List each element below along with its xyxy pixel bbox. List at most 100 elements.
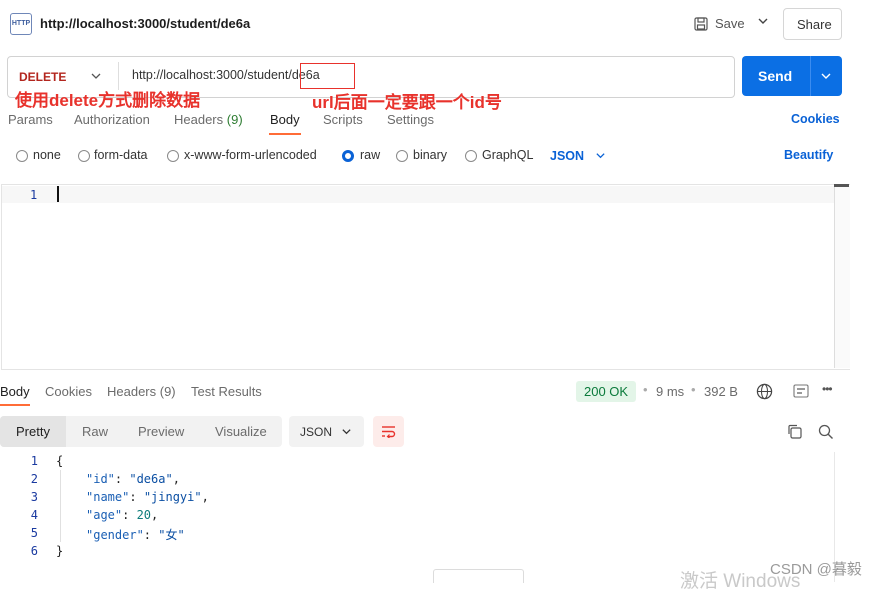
tab-headers-count: (9)	[226, 112, 243, 127]
body-format-select[interactable]: JSON	[550, 148, 610, 164]
body-format-label: JSON	[550, 149, 585, 163]
code-line: "name": "jingyi",	[86, 490, 209, 504]
line-number: 4	[30, 508, 38, 522]
wrap-lines-icon	[382, 426, 396, 438]
status-text: 200 OK	[584, 384, 629, 399]
save-response-icon[interactable]	[793, 384, 809, 398]
json-comma: ,	[201, 490, 209, 504]
more-options-icon[interactable]: •••	[822, 382, 833, 396]
json-key: "id"	[86, 472, 115, 486]
tab-scripts[interactable]: Scripts	[323, 112, 363, 127]
method-label: DELETE	[19, 70, 67, 84]
response-tab-headers[interactable]: Headers (9)	[107, 384, 176, 399]
response-tab-cookies[interactable]: Cookies	[45, 384, 92, 399]
fold-guide	[60, 470, 61, 542]
bottom-popup[interactable]	[433, 569, 524, 583]
save-label: Save	[715, 16, 745, 31]
separator-dot: •	[643, 382, 648, 397]
http-badge-icon: HTTP	[10, 13, 32, 35]
view-preview-button[interactable]: Preview	[138, 424, 184, 439]
send-button[interactable]: Send	[742, 56, 842, 96]
globe-icon[interactable]	[756, 383, 773, 400]
line-number: 6	[30, 544, 38, 558]
option-binary-label: binary	[413, 148, 448, 162]
radio-binary[interactable]	[396, 150, 408, 162]
save-button[interactable]: Save	[690, 10, 746, 38]
send-dropdown-icon[interactable]	[820, 70, 832, 82]
editor-scrollbar-thumb[interactable]	[834, 184, 849, 187]
json-value: "女"	[158, 528, 185, 542]
url-prefix: http://localhost:3000/student/	[132, 68, 292, 82]
line-number: 5	[30, 526, 38, 540]
response-tab-body-underline	[0, 404, 30, 406]
json-comma: ,	[172, 472, 180, 486]
radio-form-data[interactable]	[78, 150, 90, 162]
tab-body[interactable]: Body	[270, 112, 300, 127]
code-open-brace: {	[56, 454, 64, 468]
send-label: Send	[758, 68, 793, 84]
response-tab-body[interactable]: Body	[0, 384, 30, 399]
tab-body-underline	[269, 133, 301, 135]
tab-authorization[interactable]: Authorization	[74, 112, 150, 127]
url-input[interactable]: http://localhost:3000/student/de6a	[132, 68, 320, 82]
line-number: 3	[30, 490, 38, 504]
view-raw-button[interactable]: Raw	[82, 424, 108, 439]
cookies-link[interactable]: Cookies	[791, 112, 840, 126]
request-title[interactable]: http://localhost:3000/student/de6a	[40, 16, 250, 31]
response-time[interactable]: 9 ms	[656, 384, 684, 399]
editor-line-number: 1	[30, 188, 38, 202]
json-key: "name"	[86, 490, 130, 504]
view-pretty-button[interactable]: Pretty	[0, 416, 66, 447]
option-urlencoded-label: x-www-form-urlencoded	[184, 148, 317, 162]
line-number: 1	[30, 454, 38, 468]
code-line: "gender": "女"	[86, 528, 185, 542]
response-format-select[interactable]: JSON	[289, 416, 364, 447]
json-comma: ,	[151, 508, 159, 522]
share-button[interactable]: Share	[783, 8, 842, 40]
tab-params[interactable]: Params	[8, 112, 53, 127]
code-close-brace: }	[56, 544, 64, 558]
wrap-lines-button[interactable]	[373, 416, 404, 447]
beautify-link[interactable]: Beautify	[784, 148, 833, 162]
annotation-delete-method: 使用delete方式删除数据	[15, 91, 201, 110]
view-visualize-button[interactable]: Visualize	[215, 424, 267, 439]
share-label: Share	[797, 17, 832, 32]
view-pretty-label: Pretty	[16, 424, 50, 439]
chevron-down-icon	[342, 429, 351, 435]
option-raw-label: raw	[360, 148, 381, 162]
radio-graphql[interactable]	[465, 150, 477, 162]
line-number: 2	[30, 472, 38, 486]
save-dropdown-icon[interactable]	[756, 14, 770, 28]
option-form-data-label: form-data	[94, 148, 148, 162]
tab-headers[interactable]: Headers (9)	[174, 112, 243, 127]
separator-dot: •	[691, 382, 696, 397]
response-size[interactable]: 392 B	[704, 384, 738, 399]
send-divider	[810, 56, 811, 96]
json-key: "age"	[86, 508, 123, 522]
tab-settings[interactable]: Settings	[387, 112, 434, 127]
radio-none[interactable]	[16, 150, 28, 162]
request-body-editor[interactable]	[1, 184, 850, 370]
json-value: "jingyi"	[143, 490, 202, 504]
response-format-label: JSON	[300, 425, 333, 439]
status-badge: 200 OK	[576, 381, 636, 402]
text-cursor	[57, 186, 59, 202]
code-line: "age": 20,	[86, 508, 159, 522]
chevron-down-icon	[596, 153, 605, 159]
json-key: "gender"	[86, 528, 144, 542]
save-icon	[694, 17, 708, 31]
copy-icon[interactable]	[787, 424, 802, 439]
search-icon[interactable]	[818, 424, 834, 440]
option-none-label: none	[33, 148, 61, 162]
json-value: "de6a"	[129, 472, 173, 486]
option-graphql-label: GraphQL	[482, 148, 534, 162]
response-tab-test-results[interactable]: Test Results	[191, 384, 262, 399]
radio-urlencoded[interactable]	[167, 150, 179, 162]
radio-raw[interactable]	[342, 150, 354, 162]
editor-scrollbar[interactable]	[834, 186, 850, 368]
url-id-highlight-box	[300, 63, 355, 89]
csdn-watermark: CSDN @暮毅	[770, 561, 862, 578]
code-line: "id": "de6a",	[86, 472, 180, 486]
chevron-down-icon	[91, 73, 101, 79]
tab-headers-label: Headers	[174, 112, 224, 127]
